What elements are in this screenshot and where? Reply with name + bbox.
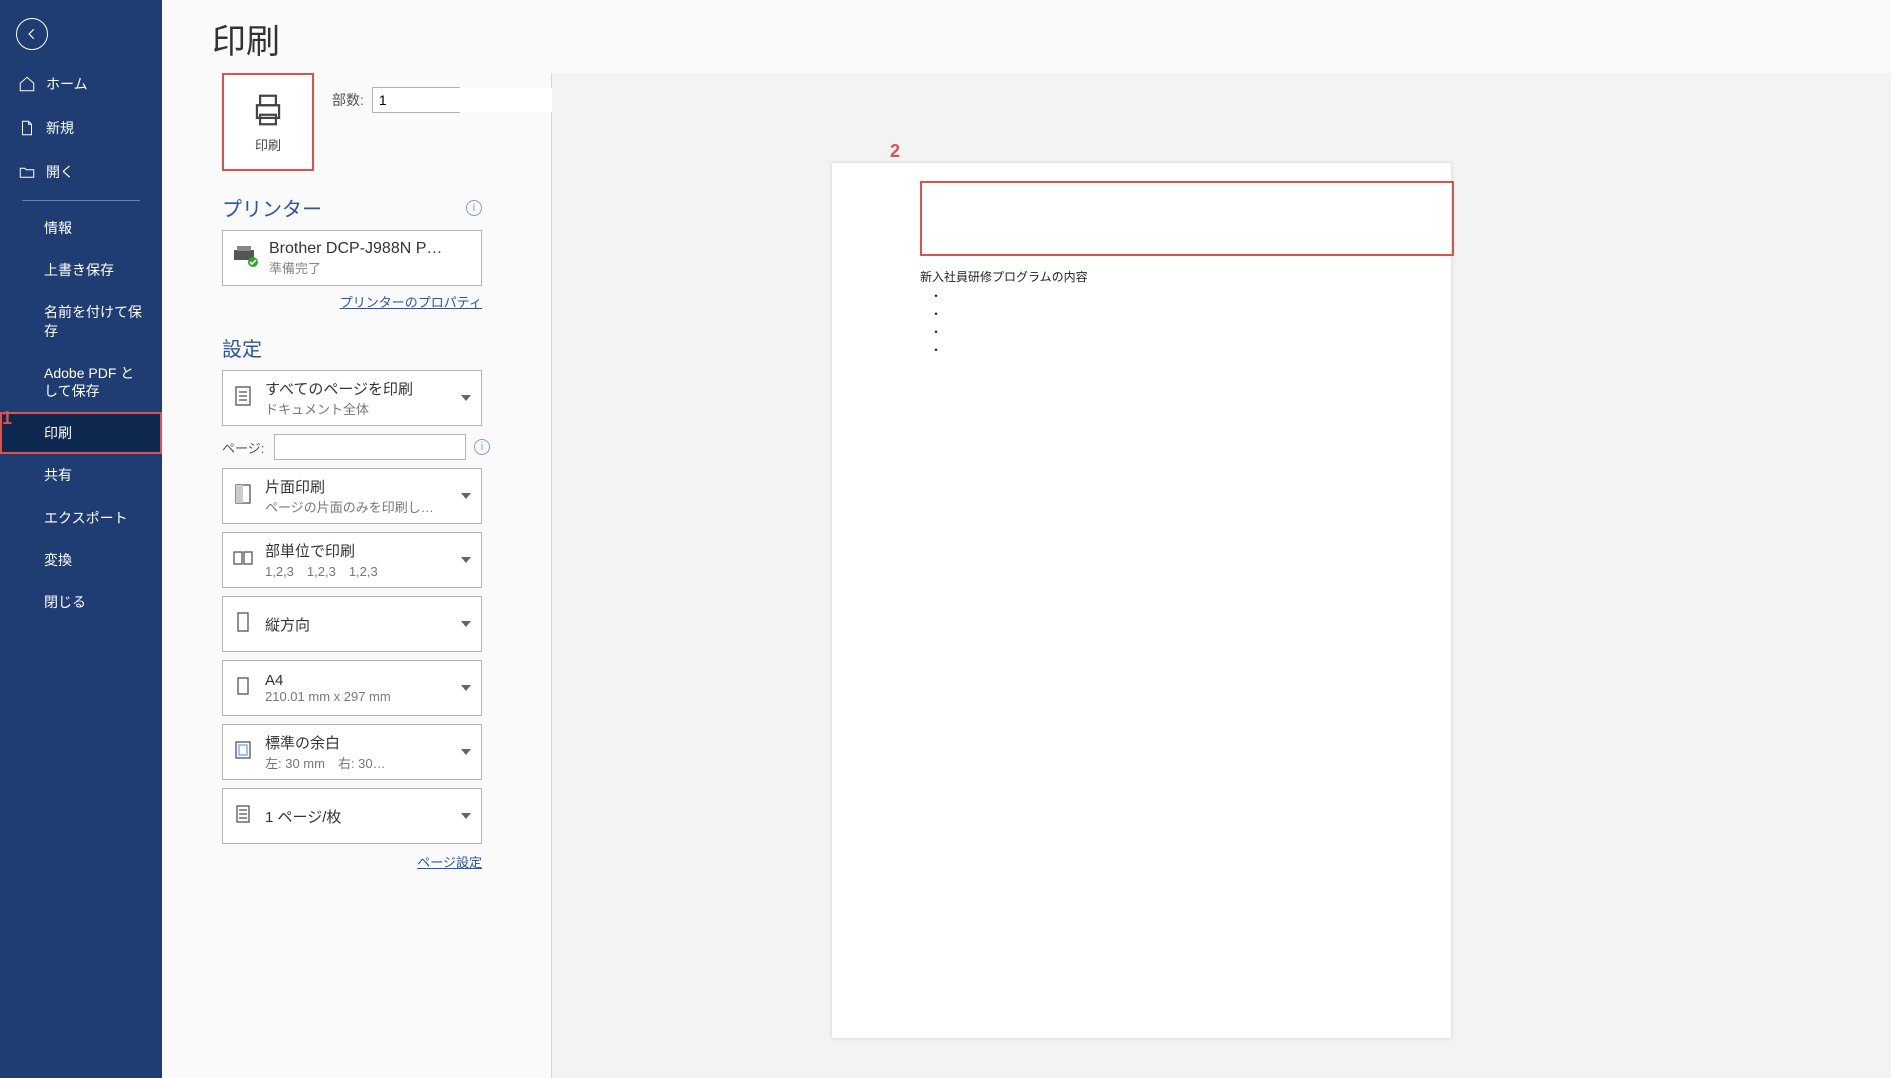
- nav-label: 新規: [46, 118, 74, 138]
- nav-share[interactable]: 共有: [0, 454, 162, 496]
- printer-status-icon: [231, 244, 259, 273]
- copies-spinner[interactable]: ▲ ▼: [372, 87, 460, 113]
- settings-list: すべてのページを印刷 ドキュメント全体 ページ: i 片面印刷 ページの片面のみ…: [222, 370, 527, 844]
- copies-control: 部数: ▲ ▼: [332, 73, 460, 113]
- content-area: 3 印刷 部数: ▲ ▼: [162, 73, 1891, 1078]
- chevron-down-icon: [461, 813, 471, 819]
- chevron-down-icon: [461, 685, 471, 691]
- collate-icon: [231, 544, 255, 577]
- nav-primary: ホーム 新規 開く: [0, 62, 162, 194]
- nav-home[interactable]: ホーム: [0, 62, 162, 106]
- printer-properties-link[interactable]: プリンターのプロパティ: [222, 292, 482, 311]
- nav-secondary: 情報 上書き保存 名前を付けて保存 Adobe PDF として保存 印刷 共有 …: [0, 207, 162, 623]
- setting-paper-size[interactable]: A4 210.01 mm x 297 mm: [222, 660, 482, 716]
- page-title: 印刷: [162, 0, 1891, 73]
- chevron-down-icon: [461, 749, 471, 755]
- setting-pages-per-sheet[interactable]: 1 ページ/枚: [222, 788, 482, 844]
- nav-divider: [22, 200, 140, 201]
- nav-save-adobe-pdf[interactable]: Adobe PDF として保存: [0, 352, 162, 412]
- copies-input[interactable]: [373, 88, 566, 112]
- folder-open-icon: [18, 163, 36, 181]
- backstage-main: 印刷 3 印刷 部数: ▲ ▼: [162, 0, 1891, 1078]
- annotation-2: 2: [890, 141, 900, 162]
- arrow-left-icon: [25, 27, 39, 41]
- settings-column: 3 印刷 部数: ▲ ▼: [162, 73, 552, 1078]
- pages-label: ページ:: [222, 438, 266, 457]
- nav-save-as[interactable]: 名前を付けて保存: [0, 291, 162, 351]
- nav-label: ホーム: [46, 74, 88, 94]
- preview-line: 新入社員研修プログラムの内容: [920, 268, 1429, 285]
- annotation-1: 1: [2, 408, 12, 429]
- paper-icon: [231, 672, 255, 705]
- nav-open[interactable]: 開く: [0, 150, 162, 194]
- printer-icon: [249, 91, 287, 129]
- page-setup-link[interactable]: ページ設定: [222, 852, 482, 871]
- printer-status: 準備完了: [269, 258, 463, 277]
- print-preview: 2 新入社員研修プログラムの内容 ・ ・ ・ ・: [552, 73, 1891, 1078]
- single-side-icon: [231, 480, 255, 513]
- chevron-down-icon: [461, 621, 471, 627]
- print-button-label: 印刷: [255, 135, 281, 154]
- preview-bullets: ・ ・ ・ ・: [930, 287, 1429, 359]
- chevron-down-icon: [461, 557, 471, 563]
- chevron-down-icon: [461, 493, 471, 499]
- settings-heading: 設定: [222, 333, 482, 362]
- setting-collate[interactable]: 部単位で印刷 1,2,3 1,2,3 1,2,3: [222, 532, 482, 588]
- home-icon: [18, 75, 36, 93]
- document-icon: [18, 119, 36, 137]
- back-button[interactable]: [16, 18, 48, 50]
- setting-print-range[interactable]: すべてのページを印刷 ドキュメント全体: [222, 370, 482, 426]
- setting-orientation[interactable]: 縦方向: [222, 596, 482, 652]
- nav-new[interactable]: 新規: [0, 106, 162, 150]
- nav-label: 開く: [46, 162, 74, 182]
- print-button[interactable]: 印刷: [222, 73, 314, 171]
- preview-page: 新入社員研修プログラムの内容 ・ ・ ・ ・: [832, 163, 1451, 1038]
- nav-export[interactable]: エクスポート: [0, 497, 162, 539]
- chevron-down-icon: [461, 395, 471, 401]
- per-sheet-icon: [231, 800, 255, 833]
- printer-heading: プリンター i: [222, 193, 482, 222]
- setting-margins[interactable]: 標準の余白 左: 30 mm 右: 30…: [222, 724, 482, 780]
- copies-label: 部数:: [332, 90, 364, 110]
- nav-info[interactable]: 情報: [0, 207, 162, 249]
- margin-icon: [231, 736, 255, 769]
- nav-save[interactable]: 上書き保存: [0, 249, 162, 291]
- pages-input[interactable]: [274, 434, 466, 460]
- portrait-icon: [231, 608, 255, 641]
- info-icon[interactable]: i: [474, 439, 490, 455]
- printer-selector[interactable]: Brother DCP-J988N P… 準備完了: [222, 230, 482, 286]
- nav-print[interactable]: 印刷: [0, 412, 162, 454]
- backstage-sidebar: ホーム 新規 開く 情報 上書き保存 名前を付けて保存 Adobe PDF とし…: [0, 0, 162, 1078]
- nav-close[interactable]: 閉じる: [0, 581, 162, 623]
- printer-name: Brother DCP-J988N P…: [269, 240, 463, 258]
- doc-icon: [231, 382, 255, 415]
- info-icon[interactable]: i: [466, 200, 482, 216]
- setting-sides[interactable]: 片面印刷 ページの片面のみを印刷し…: [222, 468, 482, 524]
- nav-transform[interactable]: 変換: [0, 539, 162, 581]
- preview-highlight-box: [920, 181, 1454, 256]
